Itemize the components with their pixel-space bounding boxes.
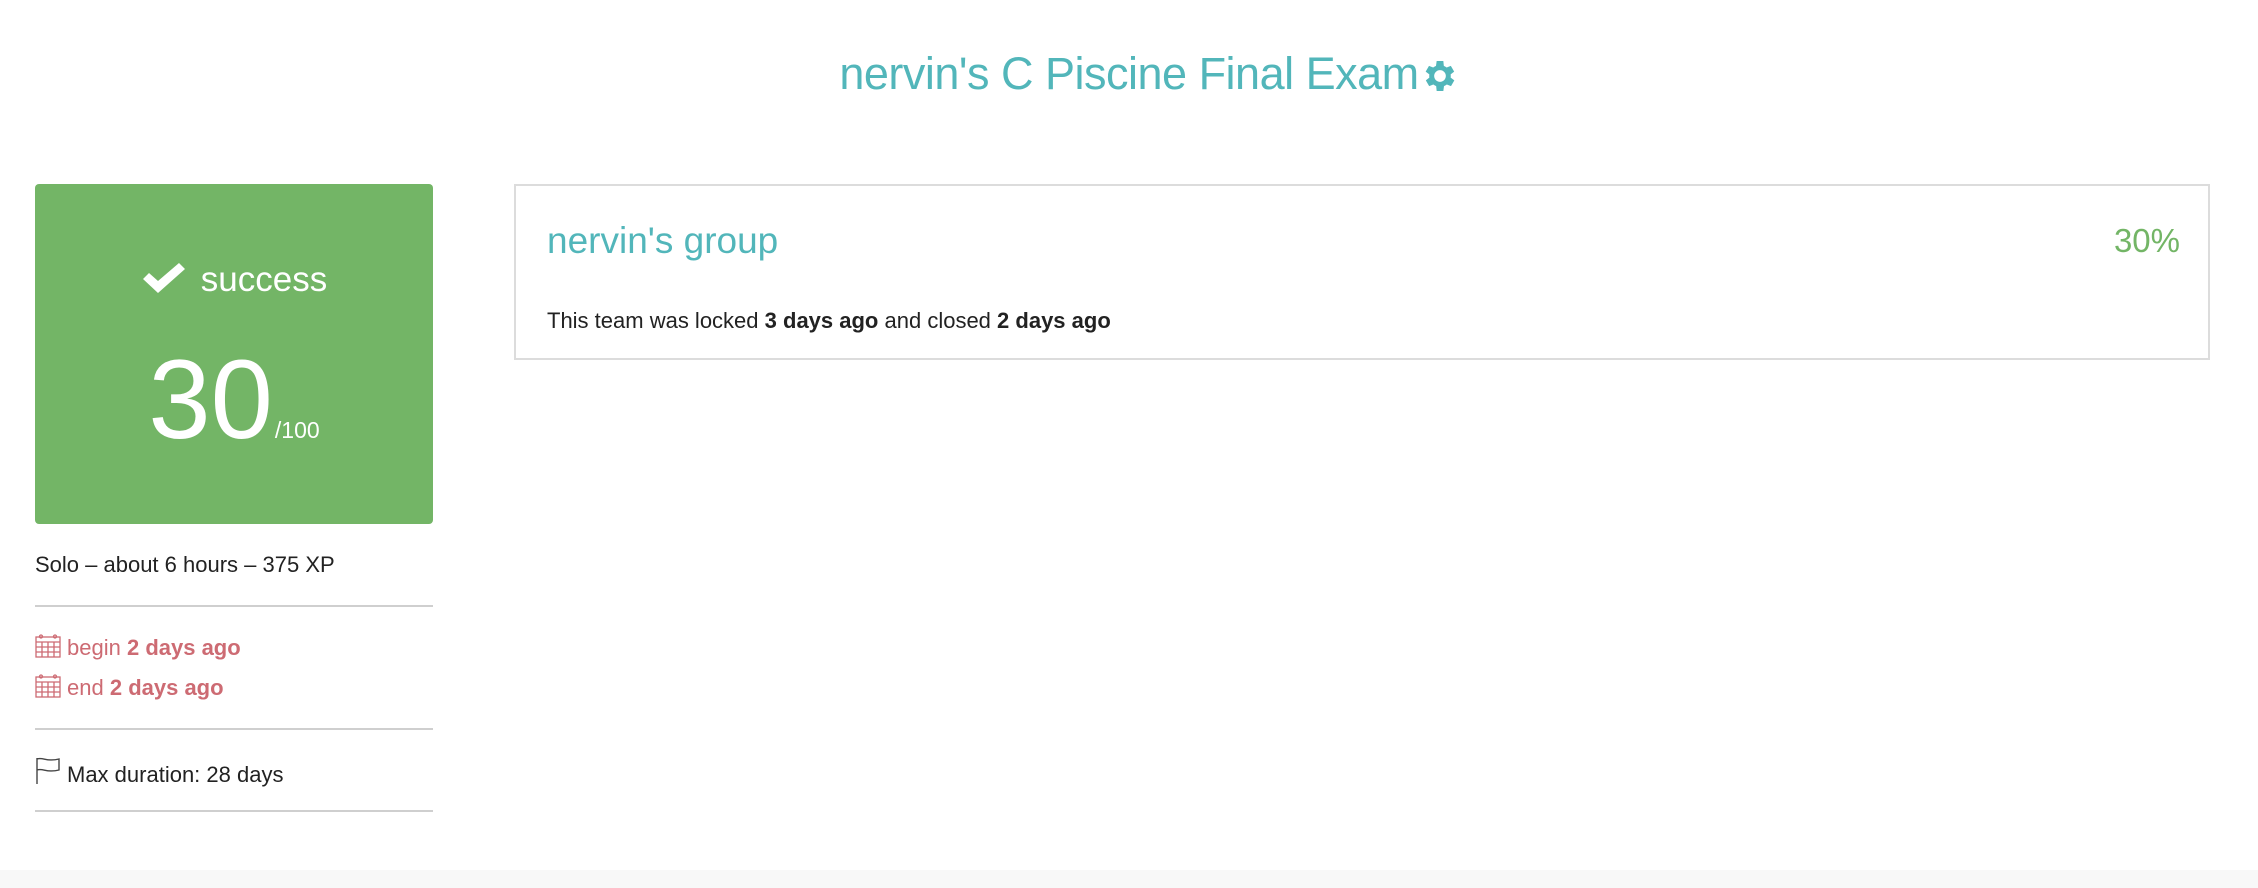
score: 30/100 (35, 344, 433, 456)
team-percent: 30% (2113, 222, 2180, 259)
status-text: success (200, 260, 328, 299)
result-box: success 30/100 (35, 184, 433, 524)
score-max: /100 (274, 417, 320, 443)
begin-label: begin (67, 635, 121, 660)
locked-time: 3 days ago (764, 308, 879, 333)
divider (35, 810, 433, 812)
flag-icon (36, 757, 60, 784)
begin-value: 2 days ago (126, 635, 241, 660)
begin-date: begin 2 days ago (35, 634, 433, 661)
status-label: success (35, 260, 433, 300)
max-duration: Max duration: 28 days (35, 757, 433, 788)
check-icon (142, 263, 185, 293)
page-title: nervin's C Piscine Final Exam (839, 48, 1419, 99)
info-mid: and closed (884, 308, 991, 333)
calendar-icon (35, 674, 61, 698)
header: nervin's C Piscine Final Exam (0, 48, 2258, 100)
project-summary: Solo – about 6 hours – 375 XP (35, 552, 335, 577)
calendar-icon (35, 634, 61, 658)
team-name[interactable]: nervin's group (547, 220, 778, 262)
closed-time: 2 days ago (997, 308, 1111, 333)
end-value: 2 days ago (109, 675, 224, 700)
team-card: nervin's group 30% This team was locked … (514, 184, 2210, 360)
end-label: end (67, 675, 104, 700)
end-date: end 2 days ago (35, 674, 433, 701)
team-status: This team was locked 3 days ago and clos… (547, 308, 1111, 334)
divider (35, 728, 433, 730)
divider (35, 605, 433, 607)
gear-icon[interactable] (1420, 56, 1460, 96)
info-prefix: This team was locked (547, 308, 759, 333)
max-duration-text: Max duration: 28 days (67, 762, 284, 787)
score-value: 30 (148, 337, 273, 462)
footer (0, 870, 2258, 888)
